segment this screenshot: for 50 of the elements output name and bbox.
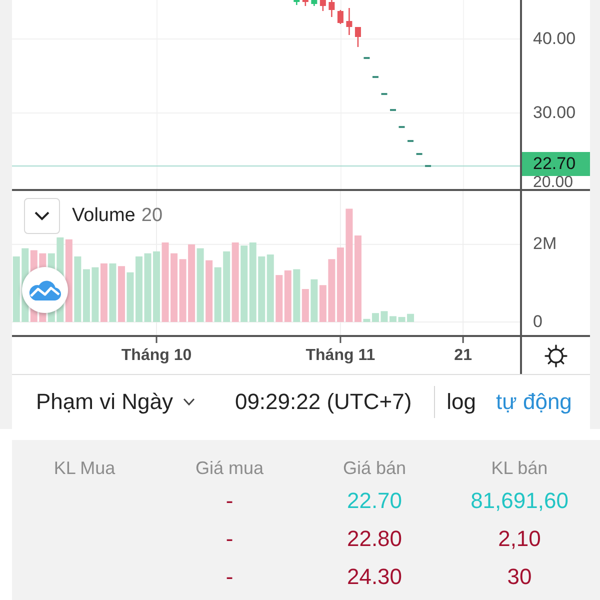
candle: [311, 0, 318, 6]
volume-bar: [144, 253, 152, 322]
volume-bar: [380, 311, 388, 322]
column-header: Giá mua: [195, 458, 264, 478]
volume-bar: [136, 256, 142, 322]
time-label: 09:29:22 (UTC+7): [234, 389, 412, 415]
axis-label: 30.00: [533, 104, 576, 122]
range-dropdown[interactable]: Phạm vi Ngày: [36, 389, 195, 415]
date-label: 21: [454, 347, 472, 365]
collapse-button[interactable]: [24, 198, 60, 234]
date-label: Tháng 11: [306, 347, 376, 365]
candle: [328, 0, 335, 17]
scale-toggle[interactable]: tự động: [496, 389, 572, 415]
volume-bar: [398, 316, 406, 322]
table-cell: 22.80: [346, 526, 402, 552]
candle: [294, 0, 300, 5]
table-cell: -: [226, 488, 234, 514]
settings-icon: [544, 344, 568, 368]
date-label: Tháng 10: [121, 347, 192, 365]
candle: [320, 0, 326, 11]
settings-button[interactable]: [544, 344, 568, 368]
scale-toggle[interactable]: log: [446, 389, 476, 415]
volume-bar: [126, 272, 134, 322]
axis-label: 20.00: [533, 177, 574, 189]
cloud-icon: [28, 279, 62, 301]
axis-label: 40.00: [533, 30, 576, 48]
axis-label: 0: [533, 313, 542, 331]
axis-label: 2M: [533, 235, 557, 254]
volume-bar: [407, 314, 414, 322]
indicator-name: Volume: [72, 205, 136, 227]
candle: [346, 8, 352, 35]
last-price-label: 22.70: [522, 152, 590, 176]
table-cell: 24.30: [346, 564, 402, 590]
table-cell: 30: [507, 564, 532, 590]
chevron-down-icon: [34, 211, 50, 221]
candle: [337, 10, 344, 24]
volume-bar: [390, 316, 396, 322]
table-cell: 2,10: [498, 526, 541, 552]
column-header: KL bán: [491, 458, 548, 478]
candle: [354, 27, 361, 47]
column-header: KL Mua: [54, 458, 116, 478]
table-cell: -: [226, 526, 234, 552]
table-cell: -: [226, 564, 234, 590]
volume-bar: [12, 256, 20, 322]
column-header: Giá bán: [342, 458, 406, 478]
candle: [302, 0, 308, 6]
table-cell: 81,691,60: [470, 488, 568, 514]
table-cell: 22.70: [346, 488, 402, 514]
chevron-down-icon: [182, 398, 195, 406]
indicator-period: 20: [141, 205, 163, 227]
